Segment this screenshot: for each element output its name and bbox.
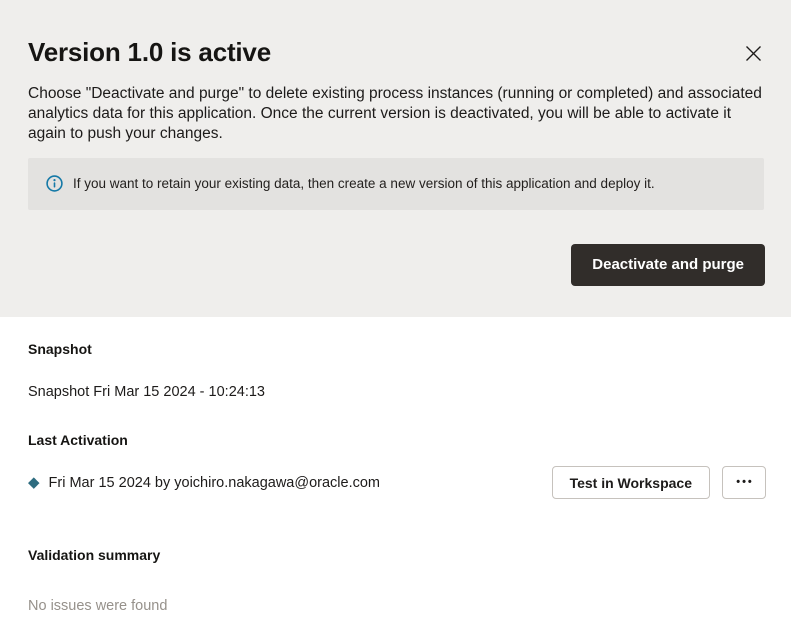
last-activation-row: ◆ Fri Mar 15 2024 by yoichiro.nakagawa@o… xyxy=(28,466,766,499)
dialog-actions: Deactivate and purge xyxy=(28,244,765,286)
version-dialog: Version 1.0 is active Choose "Deactivate… xyxy=(0,0,791,624)
close-icon xyxy=(744,44,763,63)
deactivate-and-purge-button[interactable]: Deactivate and purge xyxy=(571,244,765,286)
test-in-workspace-button[interactable]: Test in Workspace xyxy=(552,466,710,499)
info-banner-text: If you want to retain your existing data… xyxy=(73,175,655,192)
last-activation-buttons: Test in Workspace ••• xyxy=(552,466,766,499)
close-button[interactable] xyxy=(742,42,765,65)
dialog-title-row: Version 1.0 is active xyxy=(28,38,765,67)
info-banner: If you want to retain your existing data… xyxy=(28,158,764,210)
snapshot-value: Snapshot Fri Mar 15 2024 - 10:24:13 xyxy=(28,384,765,400)
last-activation-heading: Last Activation xyxy=(28,432,765,448)
last-activation-value: Fri Mar 15 2024 by yoichiro.nakagawa@ora… xyxy=(49,475,380,491)
dialog-details: Snapshot Snapshot Fri Mar 15 2024 - 10:2… xyxy=(0,317,791,614)
dialog-header: Version 1.0 is active Choose "Deactivate… xyxy=(0,0,791,317)
dialog-description: Choose "Deactivate and purge" to delete … xyxy=(28,84,765,144)
ellipsis-icon: ••• xyxy=(734,477,754,488)
info-icon xyxy=(46,175,63,192)
snapshot-heading: Snapshot xyxy=(28,341,765,357)
dialog-title: Version 1.0 is active xyxy=(28,38,271,67)
validation-summary-value: No issues were found xyxy=(28,598,765,614)
active-version-diamond-icon: ◆ xyxy=(28,475,40,490)
more-actions-button[interactable]: ••• xyxy=(722,466,766,499)
validation-summary-heading: Validation summary xyxy=(28,547,765,563)
last-activation-info: ◆ Fri Mar 15 2024 by yoichiro.nakagawa@o… xyxy=(28,475,380,491)
